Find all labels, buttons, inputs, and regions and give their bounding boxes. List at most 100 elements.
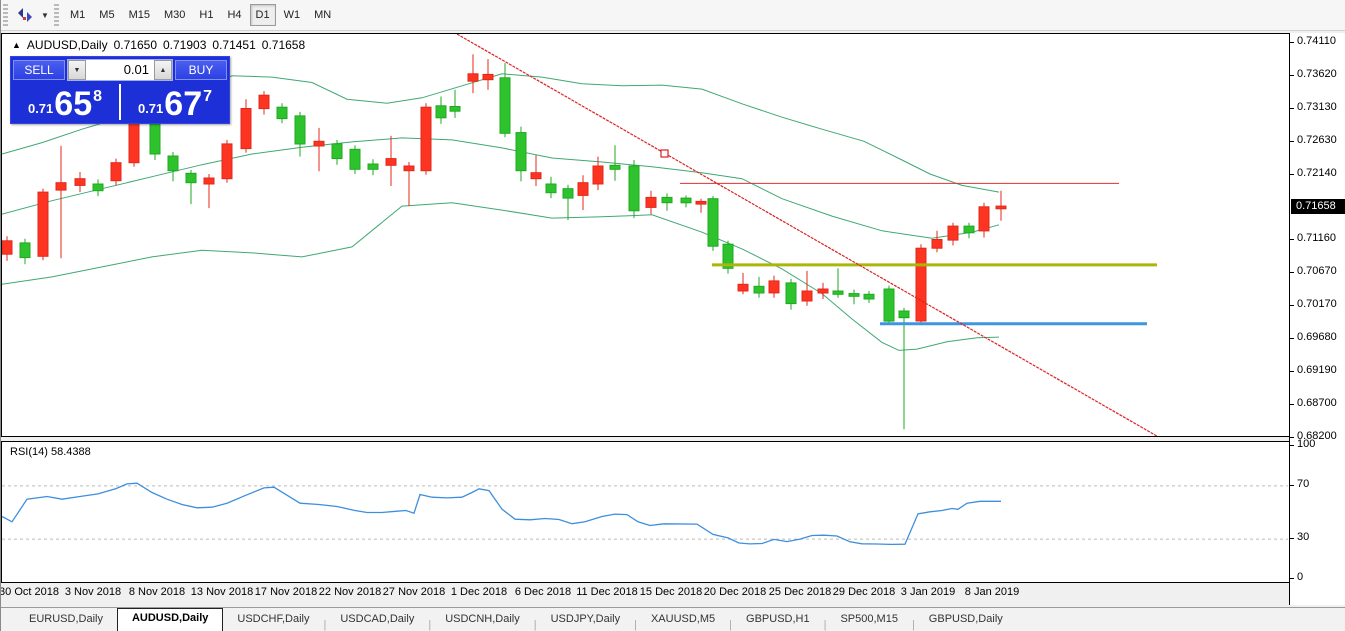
ohlc-high: 0.71903 [163, 38, 207, 52]
collapse-panel-icon[interactable]: ▲ [12, 40, 21, 50]
sell-button[interactable]: SELL [13, 60, 65, 80]
price-tick-label-tick [1290, 173, 1294, 175]
time-axis[interactable]: 30 Oct 2018 3 Nov 2018 8 Nov 2018 13 Nov 20… [1, 583, 1289, 605]
price-tick-label-tick [1290, 140, 1294, 142]
rsi-tick-70: 70 [1297, 477, 1310, 490]
date-label: 15 Dec 2018 [639, 586, 703, 598]
price-tick-label: 0.72140 [1297, 166, 1337, 179]
trendline[interactable] [456, 34, 1162, 436]
rsi-tick-0: 0 [1297, 571, 1304, 583]
date-label: 17 Nov 2018 [254, 586, 318, 598]
price-tick-label: 0.68700 [1297, 396, 1337, 409]
date-label: 25 Dec 2018 [768, 586, 832, 598]
ohlc-open: 0.71650 [113, 38, 157, 52]
chart-tab-SP500[interactable]: SP500,M15 [826, 610, 911, 631]
ask-big-digits: 67 [164, 85, 203, 123]
chart-tab-USDCNH[interactable]: USDCNH,Daily [431, 610, 534, 631]
price-tick-label-tick [1290, 271, 1294, 273]
price-tick-label-tick [1290, 370, 1294, 372]
volume-input[interactable]: 0.01 [86, 60, 154, 80]
chart-tab-USDCAD[interactable]: USDCAD,Daily [326, 610, 428, 631]
rsi-tick-100: 100 [1297, 438, 1316, 450]
bollinger-lower-band [2, 202, 1000, 351]
chart-tab-GBPUSD[interactable]: GBPUSD,Daily [915, 610, 1017, 631]
chart-tab-AUDUSD[interactable]: AUDUSD,Daily [116, 608, 224, 631]
price-tick-label-tick [1290, 239, 1294, 241]
volume-decrease-button[interactable]: ▼ [68, 60, 86, 80]
ask-pip-digit: 7 [203, 88, 213, 105]
timeframe-button-M15[interactable]: M15 [123, 4, 156, 26]
price-tick-label: 0.70170 [1297, 298, 1337, 311]
timeframe-button-M30[interactable]: M30 [158, 4, 191, 26]
timeframe-button-M5[interactable]: M5 [93, 4, 120, 26]
date-label: 30 Oct 2018 [0, 586, 59, 598]
ohlc-low: 0.71451 [212, 38, 256, 52]
bid-prefix: 0.71 [27, 101, 54, 116]
date-label: 1 Dec 2018 [450, 586, 508, 598]
timeframe-button-MN[interactable]: MN [308, 4, 337, 26]
rsi-tick-30: 30 [1297, 531, 1310, 544]
price-tick-label-tick [1290, 338, 1294, 340]
chart-symbol-label: AUDUSD,Daily [26, 38, 108, 52]
timeframe-button-M1[interactable]: M1 [64, 4, 91, 26]
price-tick-label-tick [1290, 403, 1294, 405]
chart-tab-EURUSD[interactable]: EURUSD,Daily [15, 610, 117, 631]
toolbar-gripper-2[interactable] [54, 4, 59, 26]
date-label: 8 Jan 2019 [964, 586, 1020, 598]
price-tick-label: 0.72630 [1297, 133, 1337, 146]
rsi-tick-0-tick [1290, 578, 1294, 579]
rsi-tick-30-tick [1290, 538, 1294, 540]
ohlc-close: 0.71658 [261, 38, 306, 52]
price-tick-label: 0.74110 [1297, 35, 1336, 48]
price-tick-label: 0.73620 [1297, 67, 1337, 80]
timeframe-button-H1[interactable]: H1 [193, 4, 219, 26]
date-label: 20 Dec 2018 [703, 586, 767, 598]
trendline-handle[interactable] [660, 149, 669, 158]
timeframe-toolbar: ▼ M1 M5 M15 M30 H1 H4 D1 W1 MN [1, 0, 1345, 31]
date-label: 11 Dec 2018 [576, 586, 638, 598]
mt4-window: ▼ M1 M5 M15 M30 H1 H4 D1 W1 MN ▲ AUDUSD,Daily 0.… [0, 0, 1345, 631]
bid-price-display[interactable]: 0.71 65 8 [11, 82, 119, 122]
symbol-arrows-icon[interactable] [12, 4, 38, 26]
volume-increase-button[interactable]: ▲ [154, 60, 172, 80]
current-price-tag: 0.71658 [1291, 198, 1345, 214]
chevron-down-icon[interactable]: ▼ [38, 11, 52, 20]
chart-tab-bar: EURUSD,Daily AUDUSD,Daily USDCHF,Daily | USD… [1, 607, 1345, 631]
chart-title: ▲ AUDUSD,Daily 0.71650 0.71903 0.71451 0… [12, 38, 305, 52]
toolbar-gripper[interactable] [3, 4, 8, 26]
price-tick-label: 0.70670 [1297, 264, 1337, 277]
rsi-indicator-pane[interactable]: RSI(14) 58.4388 [1, 441, 1289, 583]
chart-tab-USDCHF[interactable]: USDCHF,Daily [223, 610, 323, 631]
timeframe-button-W1[interactable]: W1 [278, 4, 307, 26]
price-tick-label-tick [1290, 305, 1294, 307]
date-label: 6 Dec 2018 [514, 586, 572, 598]
main-chart-pane[interactable]: ▲ AUDUSD,Daily 0.71650 0.71903 0.71451 0… [1, 33, 1289, 437]
rsi-tick-70-tick [1290, 484, 1294, 486]
chart-tab-GBPUSD[interactable]: GBPUSD,H1 [732, 610, 824, 631]
buy-button[interactable]: BUY [175, 60, 227, 80]
volume-stepper: ▼ 0.01 ▲ [67, 59, 173, 81]
one-click-trading-panel: SELL ▼ 0.01 ▲ BUY 0.71 65 8 0.71 67 7 [10, 56, 230, 124]
bid-big-digits: 65 [54, 85, 93, 123]
rsi-line [2, 482, 1001, 546]
date-label: 3 Nov 2018 [64, 586, 122, 598]
timeframe-button-H4[interactable]: H4 [221, 4, 247, 26]
price-tick-label: 0.73130 [1297, 100, 1337, 113]
price-axis[interactable]: 0.74110 0.73620 0.73130 0.72630 0.72140 0.711… [1289, 33, 1345, 605]
date-label: 27 Nov 2018 [382, 586, 446, 598]
bid-pip-digit: 8 [93, 88, 103, 105]
price-tick-label: 0.69680 [1297, 331, 1337, 344]
rsi-chart[interactable] [2, 442, 1288, 582]
chart-tab-USDJPY[interactable]: USDJPY,Daily [537, 610, 635, 631]
rsi-value-label: RSI(14) 58.4388 [10, 446, 91, 458]
price-tick-label: 0.69190 [1297, 363, 1337, 376]
rsi-tick-100-tick [1290, 445, 1294, 446]
price-tick-label-tick [1290, 437, 1294, 438]
ask-prefix: 0.71 [137, 101, 164, 116]
price-tick-label: 0.71160 [1297, 232, 1336, 245]
date-label: 3 Jan 2019 [900, 586, 956, 598]
timeframe-button-D1[interactable]: D1 [249, 4, 276, 26]
chart-tab-XAUUSD[interactable]: XAUUSD,M5 [637, 610, 729, 631]
ask-price-display[interactable]: 0.71 67 7 [121, 82, 229, 122]
date-label: 8 Nov 2018 [128, 586, 186, 598]
